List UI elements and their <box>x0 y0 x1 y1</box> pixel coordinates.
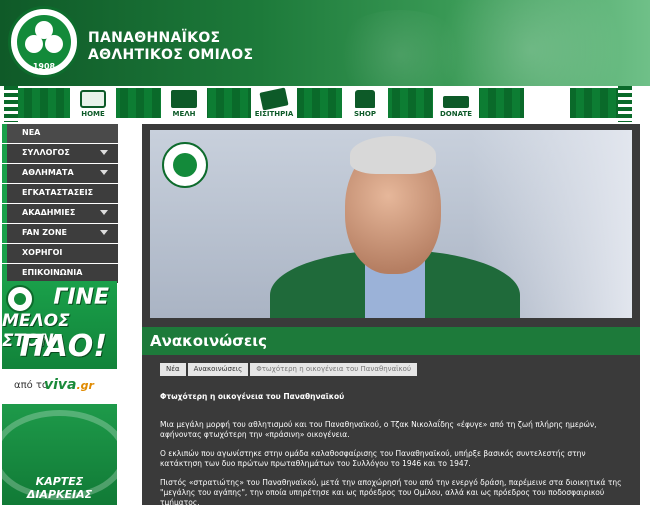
club-title-line1: ΠΑΝΑΘΗΝΑΪΚΟΣ <box>88 30 221 46</box>
sidebar-item-label: ΑΘΛΗΜΑΤΑ <box>22 168 74 177</box>
viva-suffix: .gr <box>76 379 94 392</box>
scarf-fringe-right <box>618 86 632 122</box>
sidebar-menu: ΝΕΑ ΣΥΛΛΟΓΟΣ ΑΘΛΗΜΑΤΑ ΕΓΚΑΤΑΣΤΑΣΕΙΣ ΑΚΑΔ… <box>2 124 118 284</box>
ticket-icon <box>259 87 289 111</box>
nav-shop[interactable]: SHOP <box>342 88 388 119</box>
sidebar-item-club[interactable]: ΣΥΛΛΟΓΟΣ <box>2 144 118 163</box>
site-header: 1908 ΠΑΝΑΘΗΝΑΪΚΟΣ ΑΘΛΗΤΙΚΟΣ ΟΜΙΛΟΣ <box>0 0 650 86</box>
nav-members-label: ΜΕΛΗ <box>172 110 196 118</box>
viva-logo: viva.gr <box>44 377 94 393</box>
sidebar-item-label: ΕΠΙΚΟΙΝΩΝΙΑ <box>22 268 83 277</box>
chevron-down-icon <box>100 210 108 215</box>
season-tickets-text: ΚΑΡΤΕΣ ΔΙΑΡΚΕΙΑΣ <box>26 475 93 501</box>
season-tickets-banner[interactable]: ΚΑΡΤΕΣ ΔΙΑΡΚΕΙΑΣ <box>2 404 117 505</box>
chevron-down-icon <box>100 170 108 175</box>
breadcrumb: Νέα Ανακοινώσεις Φτωχότερη η οικογένεια … <box>160 363 419 377</box>
sidebar-item-label: FAN ZONE <box>22 228 67 237</box>
club-logo[interactable]: 1908 <box>8 6 80 78</box>
sidebar-item-label: ΧΟΡΗΓΟΙ <box>22 248 63 257</box>
club-title-line2: ΑΘΛΗΤΙΚΟΣ ΟΜΙΛΟΣ <box>88 47 254 63</box>
clover-crest-icon <box>162 142 208 188</box>
nav-members[interactable]: ΜΕΛΗ <box>161 88 207 119</box>
nav-blank[interactable] <box>524 88 570 119</box>
sidebar-item-news[interactable]: ΝΕΑ <box>2 124 118 143</box>
donate-icon <box>443 96 469 108</box>
breadcrumb-announcements[interactable]: Ανακοινώσεις <box>187 363 249 376</box>
sidebar-item-label: ΑΚΑΔΗΜΙΕΣ <box>22 208 76 217</box>
sidebar-item-facilities[interactable]: ΕΓΚΑΤΑΣΤΑΣΕΙΣ <box>2 184 118 203</box>
chevron-down-icon <box>100 230 108 235</box>
stadium-icon <box>80 90 106 108</box>
banner-line3: ΠΑΟ! <box>19 329 107 364</box>
banner-line1: ΓΙΝΕ <box>53 285 109 310</box>
sidebar-item-academies[interactable]: ΑΚΑΔΗΜΙΕΣ <box>2 204 118 223</box>
sidebar-item-sponsors[interactable]: ΧΟΡΗΓΟΙ <box>2 244 118 263</box>
article: Φτωχότερη η οικογένεια του Παναθηναϊκού … <box>160 392 622 505</box>
hero-photo <box>150 130 632 318</box>
nav-donate[interactable]: DONATE <box>433 88 479 119</box>
nav-tickets-label: ΕΙΣΙΤΗΡΙΑ <box>254 110 294 118</box>
nav-donate-label: DONATE <box>439 110 473 118</box>
sidebar-item-label: ΕΓΚΑΤΑΣΤΑΣΕΙΣ <box>22 188 94 197</box>
viva-brand: viva <box>44 377 77 393</box>
nav-shop-label: SHOP <box>354 110 376 118</box>
section-title: Ανακοινώσεις <box>142 327 640 355</box>
nav-home-label: HOME <box>81 110 105 118</box>
article-paragraph: Πιστός «στρατιώτης» του Παναθηναϊκού, με… <box>160 478 622 505</box>
portrait-hair <box>350 136 436 174</box>
scarf-fringe-left <box>4 86 18 122</box>
clover-icon <box>17 15 71 69</box>
nav-home[interactable]: HOME <box>70 88 116 119</box>
article-paragraph: Ο εκλιπών που αγωνίστηκε στην ομάδα καλα… <box>160 449 586 468</box>
banner-from-label: από το <box>14 380 49 391</box>
membership-banner[interactable]: ΓΙΝΕ ΜΕΛΟΣ ΣΤΟΝ ΠΑΟ! από το viva.gr <box>2 281 117 397</box>
main-content: Ανακοινώσεις Νέα Ανακοινώσεις Φτωχότερη … <box>142 124 640 505</box>
breadcrumb-news[interactable]: Νέα <box>160 363 186 376</box>
clover-icon <box>6 285 34 313</box>
logo-year: 1908 <box>32 62 56 71</box>
nav-tickets[interactable]: ΕΙΣΙΤΗΡΙΑ <box>251 87 297 119</box>
article-title: Φτωχότερη η οικογένεια του Παναθηναϊκού <box>160 392 345 401</box>
breadcrumb-current: Φτωχότερη η οικογένεια του Παναθηναϊκού <box>250 363 418 376</box>
member-card-icon <box>171 90 197 108</box>
sidebar-item-label: ΝΕΑ <box>22 128 41 137</box>
main-nav: HOME ΜΕΛΗ ΕΙΣΙΤΗΡΙΑ SHOP DONATE <box>0 86 650 122</box>
chevron-down-icon <box>100 150 108 155</box>
sidebar-item-fan-zone[interactable]: FAN ZONE <box>2 224 118 243</box>
sidebar-item-sports[interactable]: ΑΘΛΗΜΑΤΑ <box>2 164 118 183</box>
article-paragraph: Μια μεγάλη μορφή του αθλητισμού και του … <box>160 420 597 439</box>
jersey-icon <box>355 90 375 108</box>
sidebar-item-label: ΣΥΛΛΟΓΟΣ <box>22 148 70 157</box>
club-title: ΠΑΝΑΘΗΝΑΪΚΟΣ ΑΘΛΗΤΙΚΟΣ ΟΜΙΛΟΣ <box>88 30 253 64</box>
